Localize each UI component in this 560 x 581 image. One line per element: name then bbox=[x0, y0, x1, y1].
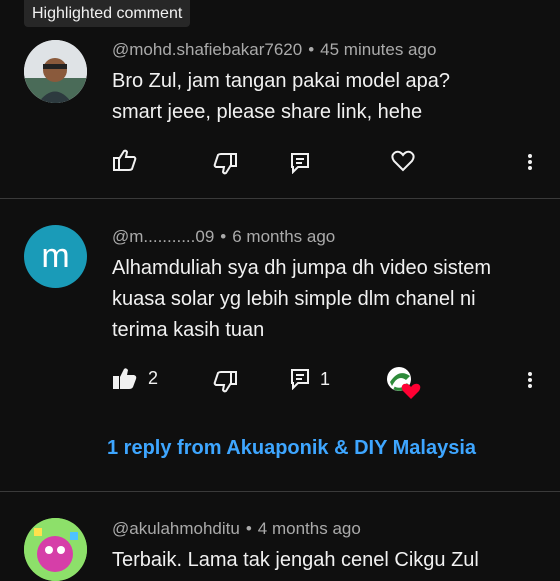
avatar-letter: m bbox=[41, 237, 70, 275]
comment-text-line: smart jeee, please share link, hehe bbox=[112, 101, 423, 123]
comment-text: Bro Zul, jam tangan pakai model apa? sma… bbox=[112, 66, 532, 128]
reply-icon bbox=[291, 153, 309, 174]
thumbs-down-icon bbox=[213, 371, 237, 393]
divider bbox=[0, 491, 560, 492]
heart-icon bbox=[391, 150, 415, 172]
comment-text-line: Bro Zul, jam tangan pakai model apa? bbox=[112, 70, 450, 92]
reply-icon bbox=[291, 369, 309, 390]
comment-text-line: terima kasih tuan bbox=[112, 319, 265, 341]
like-button[interactable] bbox=[112, 148, 138, 172]
heart-button[interactable] bbox=[391, 150, 415, 172]
comment-actions: 2 1 bbox=[0, 362, 560, 400]
timestamp[interactable]: 45 minutes ago bbox=[320, 40, 436, 59]
more-options-button[interactable] bbox=[524, 152, 536, 172]
comment-text: Alhamduliah sya dh jumpa dh video sistem… bbox=[112, 253, 532, 346]
comment-text: Terbaik. Lama tak jengah cenel Cikgu Zul bbox=[112, 545, 532, 576]
comment-text-line: Terbaik. Lama tak jengah cenel Cikgu Zul bbox=[112, 549, 479, 571]
comment-meta: @akulahmohditu • 4 months ago bbox=[112, 519, 361, 538]
timestamp[interactable]: 4 months ago bbox=[258, 519, 361, 538]
author-name[interactable]: @m...........09 bbox=[112, 227, 214, 246]
comment-meta: @mohd.shafiebakar7620 • 45 minutes ago bbox=[112, 40, 437, 59]
dislike-button[interactable] bbox=[212, 152, 238, 176]
reply-button[interactable]: 1 bbox=[290, 368, 330, 390]
author-name[interactable]: @mohd.shafiebakar7620 bbox=[112, 40, 302, 59]
avatar[interactable]: m bbox=[24, 225, 87, 288]
creator-heart bbox=[386, 366, 422, 400]
author-name[interactable]: @akulahmohditu bbox=[112, 519, 240, 538]
more-options-button[interactable] bbox=[524, 370, 536, 390]
thumbs-up-icon bbox=[113, 149, 137, 171]
comment-text-line: Alhamduliah sya dh jumpa dh video sistem bbox=[112, 257, 492, 279]
comment-actions bbox=[0, 144, 560, 180]
like-button[interactable]: 2 bbox=[112, 366, 158, 390]
creator-heart-icon bbox=[387, 367, 421, 399]
like-count: 2 bbox=[148, 367, 159, 388]
reply-count: 1 bbox=[320, 368, 331, 389]
timestamp[interactable]: 6 months ago bbox=[232, 227, 335, 246]
view-replies-link[interactable]: 1 reply from Akuaponik & DIY Malaysia bbox=[107, 437, 476, 460]
avatar[interactable] bbox=[24, 40, 87, 103]
reply-button[interactable] bbox=[290, 152, 310, 174]
dislike-button[interactable] bbox=[212, 370, 238, 394]
divider bbox=[0, 198, 560, 199]
comment-text-line: kuasa solar yg lebih simple dlm chanel n… bbox=[112, 288, 476, 310]
comment-meta: @m...........09 • 6 months ago bbox=[112, 227, 336, 246]
thumbs-down-icon bbox=[213, 153, 237, 175]
thumbs-up-icon bbox=[113, 368, 137, 389]
highlighted-comment-label: Highlighted comment bbox=[24, 0, 191, 27]
avatar[interactable] bbox=[24, 518, 87, 581]
